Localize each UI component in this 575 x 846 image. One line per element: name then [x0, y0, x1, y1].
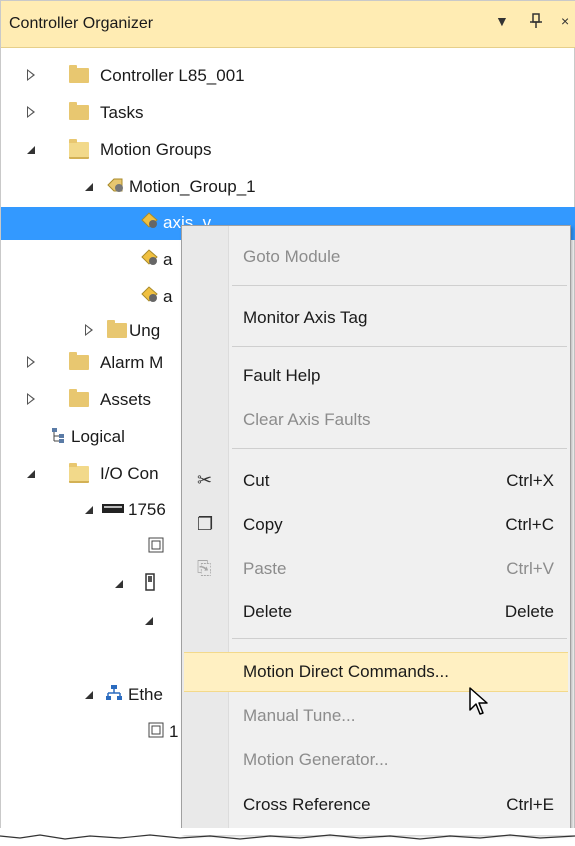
menu-item-label: Manual Tune...	[243, 706, 356, 725]
folder-icon	[69, 352, 89, 370]
folder-icon	[107, 320, 127, 338]
menu-separator	[232, 346, 567, 347]
menu-item-shortcut: Delete	[504, 602, 554, 621]
tree-item-label: 1756	[128, 500, 166, 519]
tree-item-label: Ethe	[128, 685, 163, 704]
menu-item-label: Cross Reference	[243, 795, 371, 814]
collapse-arrow-icon[interactable]	[115, 580, 123, 588]
module-icon	[148, 537, 164, 553]
menu-separator	[232, 448, 567, 449]
collapse-arrow-icon[interactable]	[145, 617, 153, 625]
tree-item-tasks[interactable]: Tasks	[1, 97, 575, 130]
expand-arrow-icon[interactable]	[27, 69, 35, 81]
tree-item-label: 1	[169, 722, 179, 741]
tree-item-label: a	[163, 287, 173, 306]
expand-arrow-icon[interactable]	[85, 324, 93, 336]
collapse-arrow-icon[interactable]	[85, 506, 93, 514]
mouse-cursor-icon	[469, 687, 488, 715]
close-icon[interactable]: ×	[561, 13, 569, 29]
tree-item-label: a	[163, 250, 173, 269]
menu-item-label: Delete	[243, 602, 293, 621]
menu-item-copy[interactable]: ❐ Copy Ctrl+C	[182, 506, 570, 544]
axis-icon	[141, 249, 158, 265]
menu-item-label: Paste	[243, 559, 287, 578]
menu-item-manual-tune[interactable]: Manual Tune...	[182, 697, 570, 735]
menu-item-fault-help[interactable]: Fault Help	[182, 357, 570, 395]
panel-title: Controller Organizer	[9, 15, 154, 32]
torn-edge	[0, 828, 575, 840]
panel-title-bar: Controller Organizer ▼ ×	[1, 1, 575, 48]
folder-icon	[69, 389, 89, 407]
menu-item-clear-axis-faults[interactable]: Clear Axis Faults	[182, 401, 570, 439]
menu-item-label: Goto Module	[243, 247, 341, 266]
ethernet-network-icon	[106, 685, 122, 700]
scissors-icon: ✂	[197, 470, 213, 490]
menu-item-shortcut: Ctrl+C	[505, 515, 554, 534]
expand-arrow-icon[interactable]	[27, 356, 35, 368]
menu-item-cut[interactable]: ✂ Cut Ctrl+X	[182, 462, 570, 500]
menu-item-label: Clear Axis Faults	[243, 410, 371, 429]
tree-item-label: I/O Con	[100, 464, 159, 483]
open-folder-icon	[69, 463, 89, 483]
menu-separator	[232, 285, 567, 286]
menu-item-shortcut: Ctrl+X	[506, 471, 554, 490]
copy-icon: ❐	[197, 514, 214, 534]
menu-item-paste[interactable]: ⎘ Paste Ctrl+V	[182, 550, 570, 588]
menu-item-label: Fault Help	[243, 366, 321, 385]
menu-item-goto-module[interactable]: Goto Module	[182, 238, 570, 276]
tree-item-label: Logical	[71, 427, 125, 446]
menu-item-monitor-axis-tag[interactable]: Monitor Axis Tag	[182, 299, 570, 337]
expand-arrow-icon[interactable]	[27, 393, 35, 405]
menu-item-cross-reference[interactable]: Cross Reference Ctrl+E	[182, 786, 570, 824]
menu-item-motion-direct-commands[interactable]: Motion Direct Commands...	[184, 652, 568, 692]
axis-icon	[141, 286, 158, 302]
collapse-arrow-icon[interactable]	[85, 183, 93, 191]
tree-item-label: Ung	[129, 321, 161, 340]
tree-item-label: Alarm M	[100, 353, 164, 372]
tree-item-motion-groups[interactable]: Motion Groups	[1, 134, 575, 167]
paste-icon: ⎘	[197, 558, 212, 578]
dropdown-icon[interactable]: ▼	[495, 13, 509, 29]
tree-item-label: Tasks	[100, 103, 144, 122]
menu-item-motion-generator[interactable]: Motion Generator...	[182, 741, 570, 779]
tree-item-motion-group-1[interactable]: Motion_Group_1	[1, 171, 575, 204]
folder-icon	[69, 102, 89, 120]
backplane-icon	[102, 504, 124, 513]
expand-arrow-icon[interactable]	[27, 106, 35, 118]
menu-item-label: Copy	[243, 515, 283, 534]
logical-model-icon	[52, 428, 64, 443]
tree-item-label: Assets	[100, 390, 152, 409]
module-icon	[148, 722, 164, 738]
drive-icon	[145, 573, 155, 591]
open-folder-icon	[69, 139, 89, 159]
menu-item-label: Monitor Axis Tag	[243, 308, 368, 327]
menu-separator	[232, 638, 567, 639]
menu-item-label: Motion Direct Commands...	[243, 662, 449, 681]
folder-icon	[69, 65, 89, 83]
tree-item-label: Motion Groups	[100, 140, 212, 159]
menu-item-shortcut: Ctrl+E	[506, 795, 554, 814]
menu-item-label: Motion Generator...	[243, 750, 389, 769]
collapse-arrow-icon[interactable]	[27, 146, 35, 154]
tree-item-label: Controller L85_001	[100, 66, 245, 85]
motion-group-icon	[107, 178, 123, 192]
menu-item-delete[interactable]: Delete Delete	[182, 593, 570, 631]
tree-item-label: Motion_Group_1	[129, 177, 256, 196]
collapse-arrow-icon[interactable]	[85, 691, 93, 699]
menu-item-label: Cut	[243, 471, 270, 490]
tree-item-controller[interactable]: Controller L85_001	[1, 60, 575, 93]
collapse-arrow-icon[interactable]	[27, 470, 35, 478]
pin-icon[interactable]	[529, 13, 543, 32]
context-menu: Goto Module Monitor Axis Tag Fault Help …	[181, 225, 571, 834]
menu-item-shortcut: Ctrl+V	[506, 559, 554, 578]
axis-icon	[141, 212, 158, 228]
